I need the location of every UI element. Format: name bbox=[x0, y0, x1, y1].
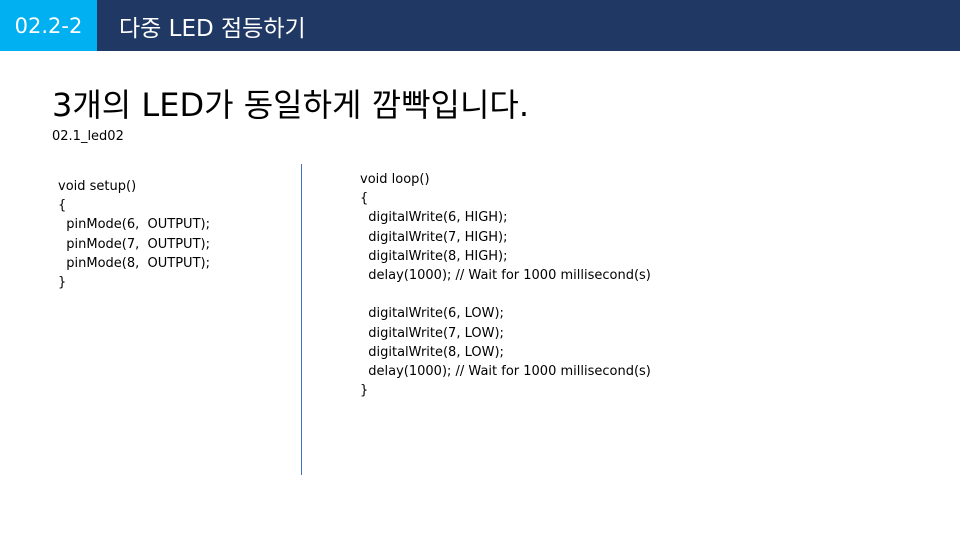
header-bar: 02.2-2 다중 LED 점등하기 bbox=[0, 0, 960, 51]
sketch-file-name: 02.1_led02 bbox=[52, 129, 124, 144]
setup-code-block: void setup() { pinMode(6, OUTPUT); pinMo… bbox=[58, 179, 210, 291]
column-divider bbox=[301, 164, 302, 475]
loop-code-block: void loop() { digitalWrite(6, HIGH); dig… bbox=[360, 172, 651, 399]
header-title: 다중 LED 점등하기 bbox=[119, 15, 306, 42]
section-number-badge: 02.2-2 bbox=[0, 0, 97, 51]
slide-title: 3개의 LED가 동일하게 깜빡입니다. bbox=[52, 86, 530, 124]
